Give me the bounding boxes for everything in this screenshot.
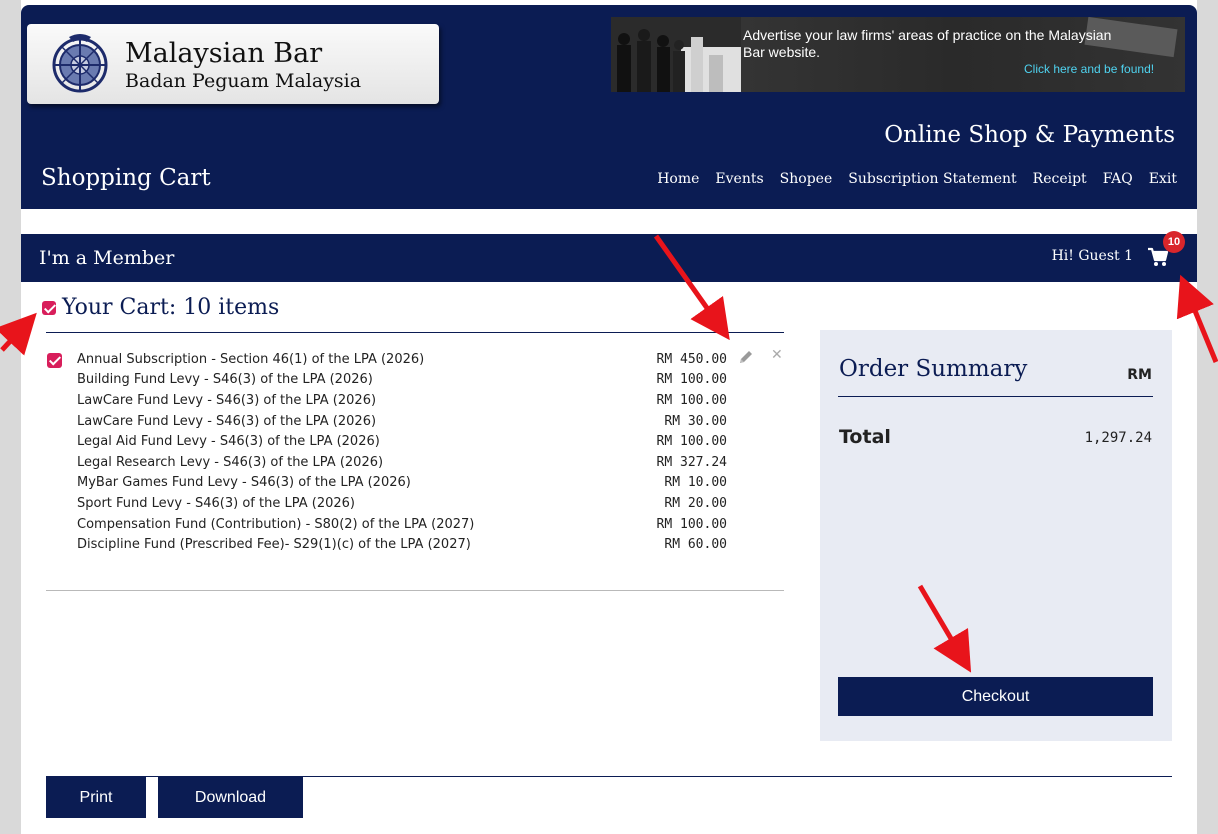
cart-item-list: Annual Subscription - Section 46(1) of t… bbox=[77, 349, 727, 555]
item-name: Legal Aid Fund Levy - S46(3) of the LPA … bbox=[77, 434, 380, 450]
item-price: RM 10.00 bbox=[664, 475, 727, 491]
site-header: Malaysian Bar Badan Peguam Malaysia Adve… bbox=[21, 5, 1197, 209]
nav-exit[interactable]: Exit bbox=[1149, 171, 1177, 187]
item-group-checkbox[interactable] bbox=[47, 353, 62, 368]
cart-item: Annual Subscription - Section 46(1) of t… bbox=[77, 349, 727, 370]
nav-subscription-statement[interactable]: Subscription Statement bbox=[848, 171, 1016, 187]
order-summary-panel: Order Summary RM Total 1,297.24 Checkout bbox=[820, 330, 1172, 741]
nav-home[interactable]: Home bbox=[657, 171, 699, 187]
cart-divider-top bbox=[46, 332, 784, 333]
cart-item: Legal Research Levy - S46(3) of the LPA … bbox=[77, 452, 727, 473]
page: Malaysian Bar Badan Peguam Malaysia Adve… bbox=[21, 5, 1197, 834]
item-name: Compensation Fund (Contribution) - S80(2… bbox=[77, 516, 475, 532]
member-bar: I'm a Member Hi! Guest 1 10 bbox=[21, 231, 1197, 282]
cart-item: Legal Aid Fund Levy - S46(3) of the LPA … bbox=[77, 431, 727, 452]
site-logo[interactable]: Malaysian Bar Badan Peguam Malaysia bbox=[27, 24, 439, 104]
pencil-edit-icon[interactable] bbox=[738, 349, 754, 365]
nav-faq[interactable]: FAQ bbox=[1103, 171, 1133, 187]
nav-receipt[interactable]: Receipt bbox=[1033, 171, 1087, 187]
checkout-button[interactable]: Checkout bbox=[838, 677, 1153, 716]
select-all-checkbox[interactable] bbox=[42, 300, 56, 315]
item-name: LawCare Fund Levy - S46(3) of the LPA (2… bbox=[77, 413, 377, 429]
member-title: I'm a Member bbox=[39, 247, 175, 269]
item-price: RM 20.00 bbox=[664, 495, 727, 511]
main-nav: Home Events Shopee Subscription Statemen… bbox=[657, 171, 1177, 187]
cart-count-badge: 10 bbox=[1163, 231, 1185, 253]
cart-item: Compensation Fund (Contribution) - S80(2… bbox=[77, 514, 727, 535]
remove-item-icon[interactable]: ✕ bbox=[771, 347, 783, 363]
brand-title: Malaysian Bar bbox=[125, 38, 323, 69]
summary-divider bbox=[838, 396, 1153, 397]
cart-item: Discipline Fund (Prescribed Fee)- S29(1)… bbox=[77, 534, 727, 555]
download-button[interactable]: Download bbox=[158, 777, 303, 818]
currency-label: RM bbox=[1127, 367, 1152, 383]
item-name: MyBar Games Fund Levy - S46(3) of the LP… bbox=[77, 475, 411, 491]
order-summary-title: Order Summary bbox=[839, 356, 1028, 382]
item-name: Annual Subscription - Section 46(1) of t… bbox=[77, 351, 425, 367]
print-button[interactable]: Print bbox=[46, 777, 146, 818]
cart-item: Sport Fund Levy - S46(3) of the LPA (202… bbox=[77, 493, 727, 514]
total-value: 1,297.24 bbox=[1084, 430, 1152, 446]
nav-shopee[interactable]: Shopee bbox=[780, 171, 833, 187]
cart-item: LawCare Fund Levy - S46(3) of the LPA (2… bbox=[77, 411, 727, 432]
item-price: RM 100.00 bbox=[656, 372, 727, 388]
item-price: RM 60.00 bbox=[664, 537, 727, 553]
item-price: RM 30.00 bbox=[664, 413, 727, 429]
ad-link[interactable]: Click here and be found! bbox=[1024, 62, 1154, 76]
nav-events[interactable]: Events bbox=[715, 171, 763, 187]
item-name: Legal Research Levy - S46(3) of the LPA … bbox=[77, 454, 384, 470]
item-name: LawCare Fund Levy - S46(3) of the LPA (2… bbox=[77, 392, 377, 408]
bar-seal-icon bbox=[52, 34, 108, 93]
cart-item: MyBar Games Fund Levy - S46(3) of the LP… bbox=[77, 473, 727, 494]
item-price: RM 327.24 bbox=[656, 454, 727, 470]
brand-subtitle: Badan Peguam Malaysia bbox=[125, 70, 362, 92]
item-price: RM 450.00 bbox=[656, 351, 727, 367]
advertisement-banner[interactable]: Advertise your law firms' areas of pract… bbox=[611, 17, 1185, 92]
shop-title: Online Shop & Payments bbox=[884, 122, 1175, 148]
cart-heading: Your Cart: 10 items bbox=[42, 295, 279, 320]
item-price: RM 100.00 bbox=[656, 392, 727, 408]
window-frame-left bbox=[0, 0, 21, 834]
cart-heading-text: Your Cart: 10 items bbox=[62, 295, 280, 320]
user-greeting: Hi! Guest 1 bbox=[1051, 248, 1133, 264]
item-name: Building Fund Levy - S46(3) of the LPA (… bbox=[77, 372, 373, 388]
window-frame-right bbox=[1197, 0, 1218, 834]
business-people-image bbox=[611, 17, 741, 92]
ad-text: Advertise your law firms' areas of pract… bbox=[743, 27, 1112, 60]
item-name: Sport Fund Levy - S46(3) of the LPA (202… bbox=[77, 495, 355, 511]
item-name: Discipline Fund (Prescribed Fee)- S29(1)… bbox=[77, 537, 471, 553]
cart-item: Building Fund Levy - S46(3) of the LPA (… bbox=[77, 370, 727, 391]
item-price: RM 100.00 bbox=[656, 516, 727, 532]
cart-divider-bottom bbox=[46, 590, 784, 591]
page-title: Shopping Cart bbox=[41, 165, 211, 191]
cart-item: LawCare Fund Levy - S46(3) of the LPA (2… bbox=[77, 390, 727, 411]
item-price: RM 100.00 bbox=[656, 434, 727, 450]
total-label: Total bbox=[839, 426, 891, 448]
